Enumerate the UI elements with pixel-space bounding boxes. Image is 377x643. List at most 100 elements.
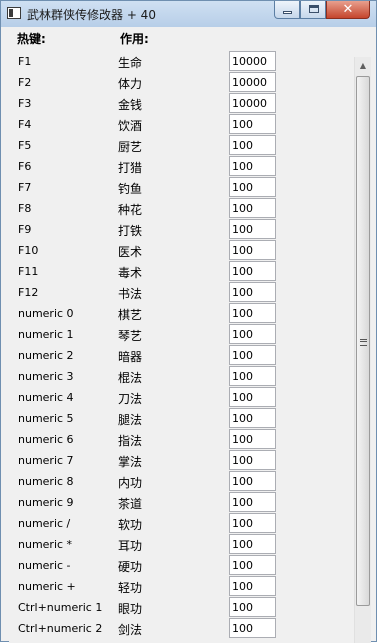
- function-label: 轻功: [118, 581, 143, 595]
- table-row: F10 医术 100: [9, 240, 349, 261]
- value-input[interactable]: 100: [229, 282, 276, 302]
- table-row: numeric 3 棍法 100: [9, 366, 349, 387]
- value-input[interactable]: 10000: [229, 93, 276, 113]
- hotkey-label: numeric 8: [18, 475, 74, 488]
- table-row: Ctrl+numeric 1 眼功 100: [9, 597, 349, 618]
- table-row: F2 体力 10000: [9, 72, 349, 93]
- table-row: numeric 7 掌法 100: [9, 450, 349, 471]
- trainer-window: 武林群侠传修改器 + 40 ✕ 热键: 作用: F1 生命 10000 F2 体力 100…: [0, 0, 377, 643]
- hotkey-label: numeric -: [18, 559, 71, 572]
- hotkey-label: numeric 4: [18, 391, 74, 404]
- hotkey-label: F2: [18, 76, 32, 89]
- close-icon: ✕: [342, 2, 354, 17]
- hotkey-label: numeric /: [18, 517, 71, 530]
- value-input[interactable]: 100: [229, 576, 276, 596]
- table-row: numeric 8 内功 100: [9, 471, 349, 492]
- value-input[interactable]: 100: [229, 408, 276, 428]
- hotkey-label: F5: [18, 139, 32, 152]
- value-input[interactable]: 100: [229, 324, 276, 344]
- vertical-scrollbar[interactable]: ▲: [354, 57, 371, 643]
- function-label: 腿法: [118, 413, 143, 427]
- value-input[interactable]: 100: [229, 198, 276, 218]
- value-input[interactable]: 100: [229, 534, 276, 554]
- function-label: 钓鱼: [118, 182, 143, 196]
- table-row: numeric 0 棋艺 100: [9, 303, 349, 324]
- table-row: numeric / 软功 100: [9, 513, 349, 534]
- minimize-button[interactable]: [274, 1, 300, 19]
- hotkey-label: F7: [18, 181, 32, 194]
- hotkey-label: numeric 0: [18, 307, 74, 320]
- value-input[interactable]: 100: [229, 513, 276, 533]
- table-row: numeric 2 暗器 100: [9, 345, 349, 366]
- maximize-button[interactable]: [300, 1, 326, 19]
- value-input[interactable]: 100: [229, 597, 276, 617]
- value-input[interactable]: 100: [229, 303, 276, 323]
- table-row: F6 打猎 100: [9, 156, 349, 177]
- table-row: F1 生命 10000: [9, 51, 349, 72]
- function-label: 软功: [118, 518, 143, 532]
- function-label: 茶道: [118, 497, 143, 511]
- function-label: 厨艺: [118, 140, 143, 154]
- table-row: F9 打铁 100: [9, 219, 349, 240]
- hotkey-label: F10: [18, 244, 39, 257]
- value-input[interactable]: 100: [229, 492, 276, 512]
- value-input[interactable]: 100: [229, 177, 276, 197]
- value-input[interactable]: 100: [229, 135, 276, 155]
- function-label: 琴艺: [118, 329, 143, 343]
- title-bar[interactable]: 武林群侠传修改器 + 40 ✕: [1, 1, 376, 27]
- close-button[interactable]: ✕: [326, 1, 370, 19]
- value-input[interactable]: 10000: [229, 51, 276, 71]
- value-input[interactable]: 100: [229, 429, 276, 449]
- value-input[interactable]: 100: [229, 114, 276, 134]
- hotkey-label: F6: [18, 160, 32, 173]
- function-label: 刀法: [118, 392, 143, 406]
- function-label: 剑法: [118, 623, 143, 637]
- table-row: F12 书法 100: [9, 282, 349, 303]
- value-input[interactable]: 10000: [229, 72, 276, 92]
- function-column-header: 作用:: [120, 32, 149, 46]
- hotkey-label: Ctrl+numeric 2: [18, 622, 103, 635]
- table-row: numeric 5 腿法 100: [9, 408, 349, 429]
- hotkey-label: numeric 5: [18, 412, 74, 425]
- hotkey-label: numeric 3: [18, 370, 74, 383]
- table-row: numeric - 硬功 100: [9, 555, 349, 576]
- value-input[interactable]: 100: [229, 345, 276, 365]
- hotkey-label: F9: [18, 223, 32, 236]
- value-input[interactable]: 100: [229, 156, 276, 176]
- value-input[interactable]: 100: [229, 366, 276, 386]
- scroll-up-arrow-icon[interactable]: ▲: [355, 57, 371, 74]
- table-row: F4 饮酒 100: [9, 114, 349, 135]
- value-input[interactable]: 100: [229, 240, 276, 260]
- function-label: 种花: [118, 203, 143, 217]
- value-input[interactable]: 100: [229, 261, 276, 281]
- hotkey-label: numeric 1: [18, 328, 74, 341]
- table-row: numeric 4 刀法 100: [9, 387, 349, 408]
- value-input[interactable]: 100: [229, 471, 276, 491]
- function-label: 打铁: [118, 224, 143, 238]
- function-label: 打猎: [118, 161, 143, 175]
- hotkey-label: F12: [18, 286, 39, 299]
- hotkey-label: numeric 7: [18, 454, 74, 467]
- function-label: 暗器: [118, 350, 143, 364]
- value-input[interactable]: 100: [229, 387, 276, 407]
- caption-buttons: ✕: [274, 1, 370, 19]
- value-input[interactable]: 100: [229, 219, 276, 239]
- hotkey-label: Ctrl+numeric 1: [18, 601, 103, 614]
- table-row: numeric + 轻功 100: [9, 576, 349, 597]
- function-label: 耳功: [118, 539, 143, 553]
- scrollbar-grip-icon: [360, 339, 367, 346]
- value-input[interactable]: 100: [229, 450, 276, 470]
- function-label: 体力: [118, 77, 143, 91]
- function-label: 棍法: [118, 371, 143, 385]
- table-row: numeric * 耳功 100: [9, 534, 349, 555]
- value-input[interactable]: 100: [229, 555, 276, 575]
- window-title: 武林群侠传修改器 + 40: [27, 8, 156, 22]
- function-label: 眼功: [118, 602, 143, 616]
- table-row: numeric 9 茶道 100: [9, 492, 349, 513]
- scrollbar-thumb[interactable]: [356, 76, 370, 606]
- hotkey-column-header: 热键:: [17, 32, 46, 46]
- function-label: 书法: [118, 287, 143, 301]
- value-input[interactable]: 100: [229, 618, 276, 638]
- function-label: 金钱: [118, 98, 143, 112]
- hotkey-label: numeric 6: [18, 433, 74, 446]
